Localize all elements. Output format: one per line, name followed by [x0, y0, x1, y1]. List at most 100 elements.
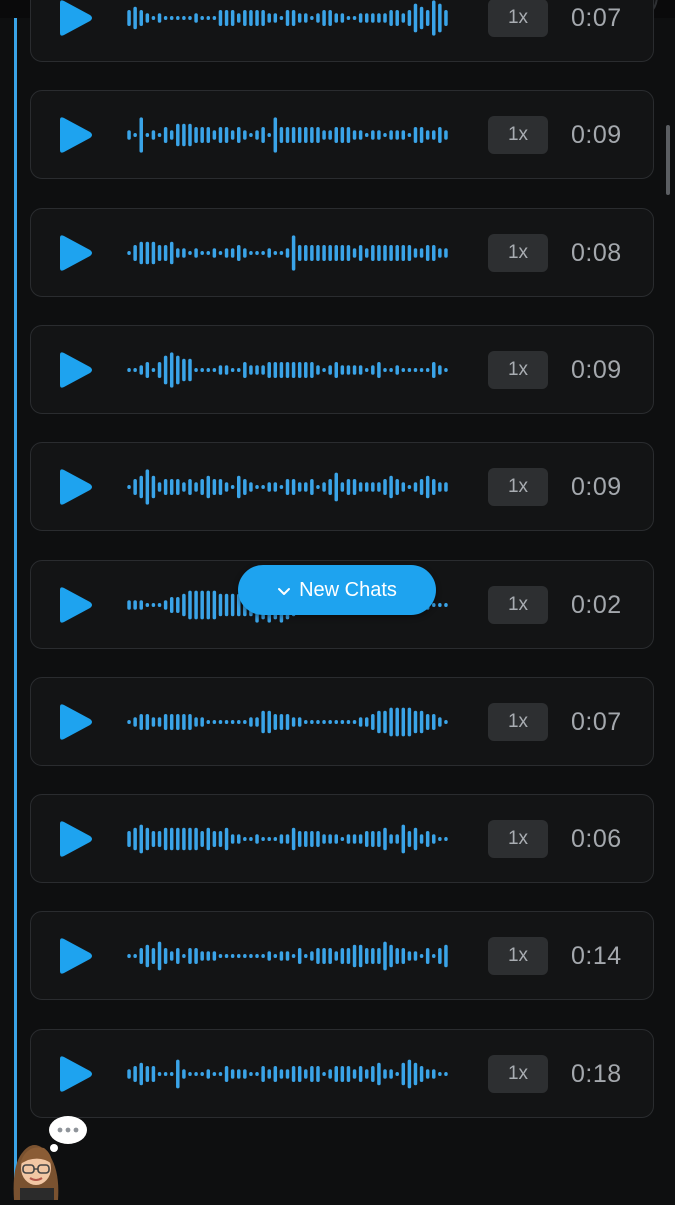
waveform-bar	[230, 720, 235, 724]
waveform-bar	[243, 837, 247, 841]
waveform-bar	[145, 944, 150, 968]
waveform-bar	[285, 479, 290, 495]
waveform-bar	[182, 16, 186, 20]
voice-note-message[interactable]: 1x 0:18	[30, 1029, 654, 1118]
waveform[interactable]	[126, 924, 449, 988]
playback-speed-button[interactable]: 1x	[488, 116, 548, 154]
play-icon[interactable]	[55, 234, 95, 272]
waveform-bar	[285, 127, 290, 143]
play-icon[interactable]	[55, 0, 95, 37]
waveform-bar	[157, 1072, 162, 1076]
voice-note-message[interactable]: 1x 0:09	[30, 442, 654, 531]
waveform-bar	[413, 248, 418, 258]
playback-speed-button[interactable]: 1x	[488, 820, 548, 858]
waveform-bar	[182, 248, 186, 258]
playback-speed-button[interactable]: 1x	[488, 1055, 548, 1093]
waveform-bar	[249, 482, 253, 492]
voice-note-message[interactable]: 1x 0:09	[30, 325, 654, 414]
playback-speed-button[interactable]: 1x	[488, 468, 548, 506]
waveform-bar	[218, 479, 223, 495]
waveform-bar	[371, 13, 375, 23]
playback-speed-button[interactable]: 1x	[488, 937, 548, 975]
waveform-bar	[364, 13, 369, 23]
waveform-bar	[212, 248, 217, 258]
playback-speed-button[interactable]: 1x	[488, 0, 548, 37]
waveform-bar	[279, 16, 284, 20]
waveform-bar	[310, 479, 314, 495]
voice-note-message[interactable]: 1x 0:08	[30, 208, 654, 297]
play-icon[interactable]	[55, 116, 95, 154]
waveform-bar	[389, 130, 393, 140]
waveform-bar	[444, 603, 448, 607]
voice-note-message[interactable]: 1x 0:07	[30, 677, 654, 766]
waveform[interactable]	[126, 338, 449, 402]
waveform-bar	[432, 362, 436, 378]
waveform[interactable]	[126, 807, 449, 871]
waveform-bar	[163, 1072, 168, 1076]
waveform-bar	[182, 123, 186, 147]
waveform-bar	[273, 954, 278, 958]
waveform-bar	[444, 368, 448, 372]
waveform[interactable]	[126, 221, 449, 285]
waveform-bar	[383, 710, 387, 734]
waveform-bar	[176, 16, 180, 20]
play-icon[interactable]	[55, 468, 95, 506]
playback-speed-button[interactable]: 1x	[488, 351, 548, 389]
waveform-bar	[267, 482, 271, 492]
playback-speed-button[interactable]: 1x	[488, 586, 548, 624]
waveform[interactable]	[126, 0, 449, 50]
waveform-bar	[224, 127, 229, 143]
waveform-bar	[218, 1072, 223, 1076]
waveform-bar	[261, 365, 265, 375]
waveform[interactable]	[126, 690, 449, 754]
play-icon[interactable]	[55, 937, 95, 975]
play-icon[interactable]	[55, 1055, 95, 1093]
waveform-bar	[297, 127, 302, 143]
playback-speed-button[interactable]: 1x	[488, 234, 548, 272]
waveform-bar	[212, 479, 217, 495]
waveform-bar	[407, 10, 412, 26]
waveform-bar	[346, 948, 351, 964]
bitmoji-avatar[interactable]	[8, 1112, 90, 1200]
waveform-bar	[297, 1066, 302, 1082]
waveform[interactable]	[126, 1042, 449, 1106]
playback-speed-button[interactable]: 1x	[488, 703, 548, 741]
waveform-bar	[194, 482, 198, 492]
play-icon[interactable]	[55, 586, 95, 624]
waveform-bar	[194, 590, 198, 620]
waveform-bar	[218, 127, 223, 143]
waveform-bar	[346, 365, 351, 375]
waveform-bar	[279, 362, 284, 378]
waveform-bar	[243, 362, 247, 378]
waveform-bar	[377, 13, 381, 23]
waveform-bar	[352, 720, 357, 724]
waveform-bar	[176, 123, 180, 147]
new-chats-button[interactable]: New Chats	[238, 565, 436, 615]
play-icon[interactable]	[55, 351, 95, 389]
waveform[interactable]	[126, 455, 449, 519]
waveform-bar	[389, 368, 393, 372]
voice-note-message[interactable]: 1x 0:06	[30, 794, 654, 883]
play-icon[interactable]	[55, 703, 95, 741]
voice-note-message[interactable]: 1x 0:09	[30, 90, 654, 179]
waveform-bar	[267, 951, 271, 961]
waveform-bar	[407, 368, 412, 372]
waveform-bar	[230, 248, 235, 258]
waveform-bar	[206, 127, 211, 143]
waveform-bar	[243, 479, 247, 495]
voice-note-message[interactable]: 1x 0:14	[30, 911, 654, 1000]
waveform-bar	[371, 714, 375, 730]
duration-label: 0:08	[571, 239, 622, 267]
waveform-bar	[383, 13, 387, 23]
waveform-bar	[273, 117, 278, 153]
waveform-bar	[139, 475, 143, 499]
waveform-bar	[419, 479, 424, 495]
play-icon[interactable]	[55, 820, 95, 858]
waveform[interactable]	[126, 103, 449, 167]
voice-note-message[interactable]: 1x 0:07	[30, 0, 654, 62]
waveform-bar	[383, 133, 387, 137]
waveform-bar	[224, 248, 229, 258]
waveform-bar	[163, 948, 168, 964]
waveform-bar	[279, 127, 284, 143]
waveform-bar	[133, 6, 137, 30]
